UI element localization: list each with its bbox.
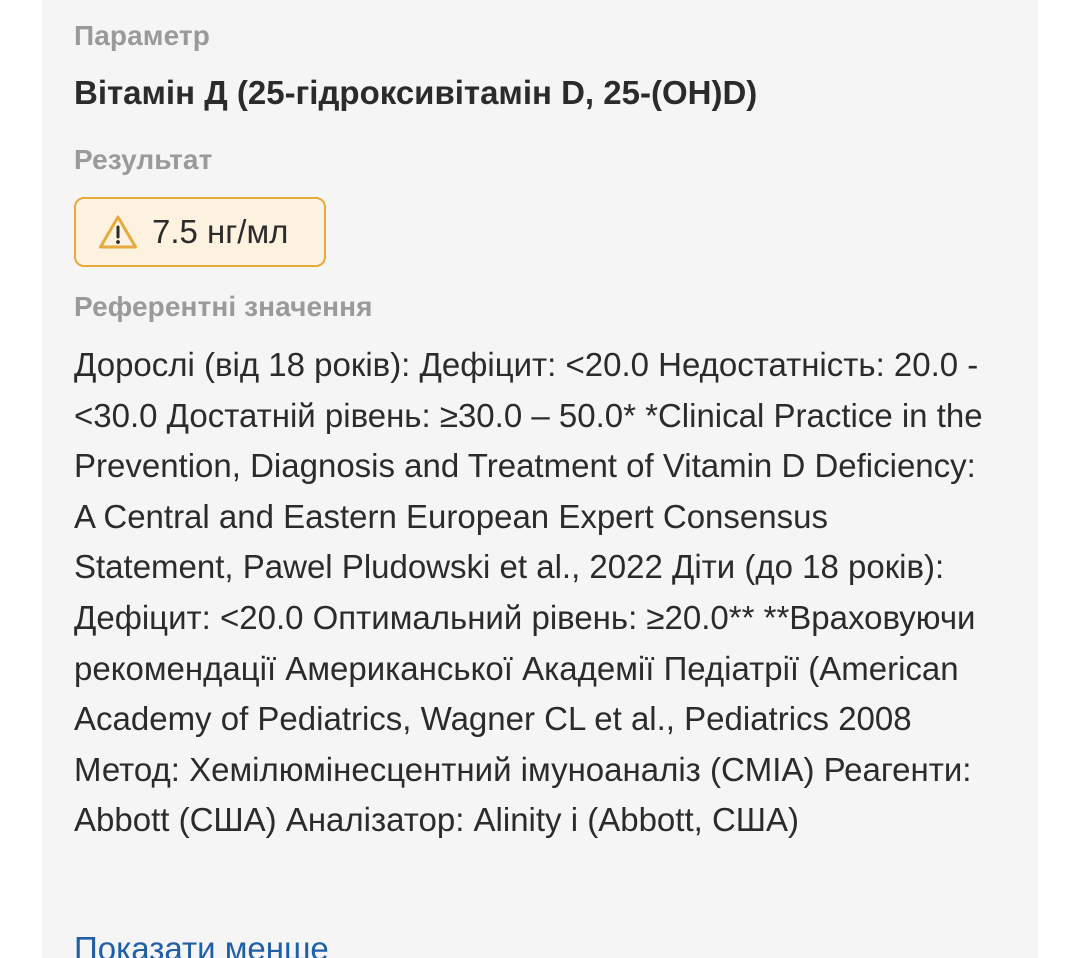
result-badge: 7.5 нг/мл xyxy=(74,197,326,267)
show-less-link[interactable]: Показати менше xyxy=(74,930,329,958)
reference-label: Референтні значення xyxy=(74,291,373,322)
parameter-value: Вітамін Д (25-гідроксивітамін D, 25-(OH)… xyxy=(74,74,758,111)
parameter-label: Параметр xyxy=(74,20,210,51)
warning-icon xyxy=(99,215,137,249)
reference-text: Дорослі (від 18 років): Дефіцит: <20.0 Н… xyxy=(74,346,983,839)
result-card: Параметр Вітамін Д (25-гідроксивітамін D… xyxy=(42,0,1038,958)
result-label: Результат xyxy=(74,144,213,175)
result-value: 7.5 нг/мл xyxy=(152,213,289,250)
